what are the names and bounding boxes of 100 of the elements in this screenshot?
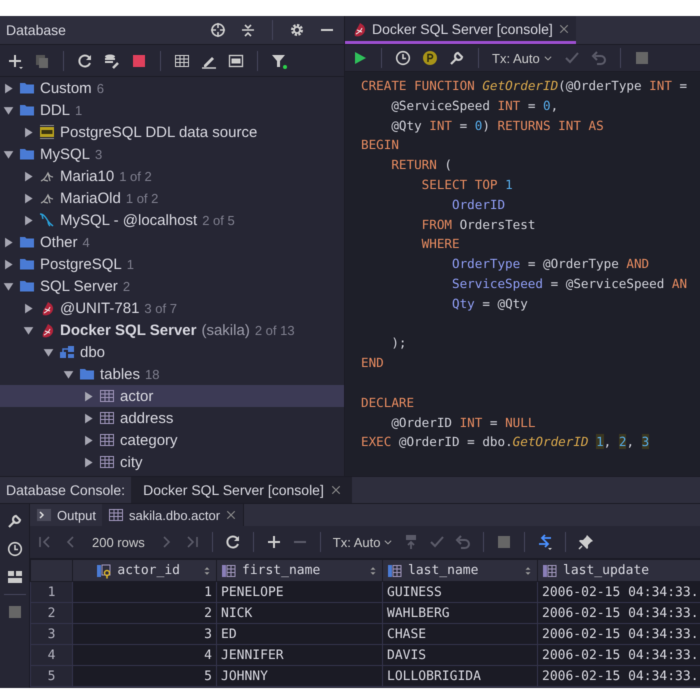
expand-arrow-icon[interactable] xyxy=(23,126,34,138)
item-label: Docker SQL Server xyxy=(60,322,196,338)
key-column-icon xyxy=(96,562,112,578)
expand-arrow-icon[interactable] xyxy=(83,412,94,424)
item-label: Custom xyxy=(40,80,92,96)
row-number: 2 xyxy=(30,602,72,624)
code-line: EXEC @OrderID = dbo.GetOrderID 1, 2, 3 xyxy=(361,433,650,452)
transaction-dropdown[interactable]: Tx: Auto xyxy=(489,47,556,69)
code-line: CREATE FUNCTION GetOrderID(@OrderType INT = xyxy=(361,77,688,95)
table-cell: PENELOPE xyxy=(216,582,382,602)
column-icon xyxy=(542,562,558,578)
editor-tab[interactable]: Docker SQL Server [console] xyxy=(345,16,576,44)
tree-item[interactable]: PostgreSQL DDL data source xyxy=(0,121,344,143)
column-header[interactable]: first_name xyxy=(216,560,382,582)
close-icon[interactable] xyxy=(330,484,342,496)
code-line: @Qty INT = 0) RETURNS INT AS xyxy=(390,116,605,135)
table-cell: 2006-02-15 04:34:33. xyxy=(538,624,700,644)
item-label: address xyxy=(120,410,174,426)
tree-item[interactable]: MySQL 3 xyxy=(0,143,344,165)
table-cell: 2006-02-15 04:34:33. xyxy=(538,602,700,624)
expand-arrow-icon[interactable] xyxy=(3,82,14,94)
code-line: OrderID xyxy=(450,196,506,214)
tree-item[interactable]: Other 4 xyxy=(0,231,344,253)
table-icon xyxy=(108,507,124,523)
column-header[interactable]: actor_id xyxy=(72,560,216,582)
item-label: PostgreSQL DDL data source xyxy=(60,124,258,140)
tree-item[interactable]: PostgreSQL 1 xyxy=(0,253,344,275)
table-cell: JOHNNY xyxy=(216,666,382,686)
row-count: 200 rows xyxy=(91,534,146,550)
collapse-arrow-icon[interactable] xyxy=(3,104,14,116)
transaction-dropdown[interactable]: Tx: Auto xyxy=(330,531,396,553)
tree-item[interactable]: Docker SQL Server (sakila) 2 of 13 xyxy=(0,319,344,341)
collapse-arrow-icon[interactable] xyxy=(63,368,74,380)
tree-item[interactable]: actor xyxy=(0,385,344,407)
tree-item[interactable]: SQL Server 2 xyxy=(0,275,344,297)
code-line: END xyxy=(361,354,385,372)
table-cell: NICK xyxy=(216,602,382,624)
collapse-arrow-icon[interactable] xyxy=(3,280,14,292)
table-icon xyxy=(99,388,115,404)
terminal-icon xyxy=(36,507,52,523)
sort-icon[interactable] xyxy=(523,566,533,576)
close-icon[interactable] xyxy=(558,22,570,34)
tree-item[interactable]: tables 18 xyxy=(0,363,344,385)
sort-icon[interactable] xyxy=(202,566,212,576)
item-label: dbo xyxy=(80,344,106,360)
table-cell: 2006-02-15 04:34:33. xyxy=(538,666,700,686)
expand-arrow-icon[interactable] xyxy=(83,390,94,402)
expand-arrow-icon[interactable] xyxy=(83,434,94,446)
code-line: @OrderID INT = NULL xyxy=(390,414,536,432)
tree-item[interactable]: city xyxy=(0,451,344,473)
tree-item[interactable]: MariaOld 1 of 2 xyxy=(0,187,344,209)
item-label: tables xyxy=(100,366,140,382)
tree-item[interactable]: DDL 1 xyxy=(0,99,344,121)
table-cell: ED xyxy=(216,624,382,644)
expand-arrow-icon[interactable] xyxy=(3,236,14,248)
tree-item[interactable]: @UNIT-781 3 of 7 xyxy=(0,297,344,319)
console-tab[interactable]: Docker SQL Server [console] xyxy=(131,477,352,503)
item-label: Other xyxy=(40,234,78,250)
folder-icon xyxy=(19,80,35,96)
tree-item[interactable]: Maria10 1 of 2 xyxy=(0,165,344,187)
expand-arrow-icon[interactable] xyxy=(83,456,94,468)
table-cell: LOLLOBRIGIDA xyxy=(382,666,538,686)
tree-item[interactable]: MySQL - @localhost 2 of 5 xyxy=(0,209,344,231)
item-count: 1 of 2 xyxy=(119,168,152,184)
column-header[interactable]: last_update xyxy=(538,560,700,582)
expand-arrow-icon[interactable] xyxy=(3,258,14,270)
table-cell: 2006-02-15 04:34:33. xyxy=(538,644,700,666)
table-cell: GUINESS xyxy=(382,582,538,602)
sort-icon[interactable] xyxy=(368,566,378,576)
collapse-arrow-icon[interactable] xyxy=(43,346,54,358)
tree-item[interactable]: Custom 6 xyxy=(0,77,344,99)
tree-item[interactable]: address xyxy=(0,407,344,429)
result-tab[interactable]: sakila.dbo.actor xyxy=(102,504,244,526)
folder-icon xyxy=(19,278,35,294)
row-number: 5 xyxy=(30,666,72,686)
expand-arrow-icon[interactable] xyxy=(23,214,34,226)
item-count: 2 of 13 xyxy=(254,322,295,338)
item-count: 4 xyxy=(82,234,90,250)
schema-icon xyxy=(59,344,75,360)
folder-icon xyxy=(79,366,95,382)
expand-arrow-icon[interactable] xyxy=(23,302,34,314)
tree-item[interactable]: dbo xyxy=(0,341,344,363)
table-cell: WAHLBERG xyxy=(382,602,538,624)
tree-item[interactable]: category xyxy=(0,429,344,451)
collapse-arrow-icon[interactable] xyxy=(3,148,14,160)
column-header[interactable]: last_name xyxy=(382,560,538,582)
collapse-arrow-icon[interactable] xyxy=(23,324,34,336)
folder-icon xyxy=(19,102,35,118)
code-line: ); xyxy=(390,334,408,352)
code-line: BEGIN xyxy=(361,136,400,154)
item-count: 3 xyxy=(95,146,102,162)
table-icon xyxy=(99,410,115,426)
table-icon xyxy=(99,454,115,470)
expand-arrow-icon[interactable] xyxy=(23,170,34,182)
item-label: Maria10 xyxy=(60,168,114,184)
item-label: MariaOld xyxy=(60,190,121,206)
column-icon xyxy=(221,562,237,578)
expand-arrow-icon[interactable] xyxy=(23,192,34,204)
result-tab[interactable]: Output xyxy=(30,504,102,526)
close-icon[interactable] xyxy=(225,509,238,521)
